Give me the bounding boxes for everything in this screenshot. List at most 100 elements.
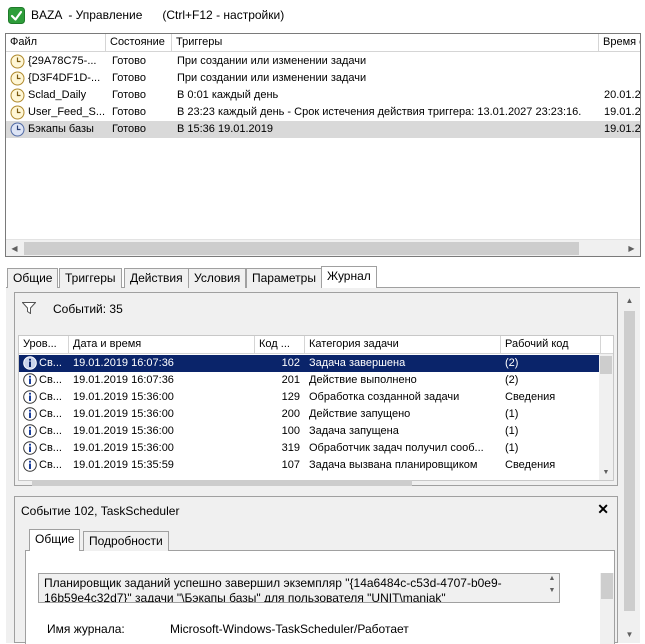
event-row[interactable]: Св... 19.01.2019 15:35:59 107 Задача выз… (19, 457, 601, 474)
tab-parameters[interactable]: Параметры (246, 268, 322, 288)
event-category: Обработчик задач получил сооб... (309, 442, 484, 454)
task-row[interactable]: Sclad_Daily Готово В 0:01 каждый день 20… (6, 87, 640, 104)
event-message-box[interactable]: Планировщик заданий успешно завершил экз… (38, 573, 560, 603)
column-header-opcode[interactable]: Рабочий код (501, 336, 601, 354)
info-icon (23, 356, 37, 370)
window-title: BAZA - Управление (Ctrl+F12 - настройки) (31, 8, 285, 22)
event-row[interactable]: Св... 19.01.2019 15:36:00 129 Обработка … (19, 389, 601, 406)
task-row[interactable]: User_Feed_S... Готово В 23:23 каждый ден… (6, 104, 640, 121)
scrollbar-thumb[interactable] (32, 480, 412, 486)
detail-vertical-scrollbar[interactable] (600, 573, 614, 644)
task-row[interactable]: {D3F4DF1D-... Готово При создании или из… (6, 70, 640, 87)
scroll-up-icon[interactable]: ▲ (545, 574, 559, 584)
task-trigger: При создании или изменении задачи (177, 55, 367, 67)
event-code: 319 (281, 442, 300, 454)
event-level: Св... (39, 357, 62, 369)
message-scrollbar[interactable]: ▲ ▼ (545, 574, 559, 602)
clock-icon (10, 54, 25, 69)
column-header-time[interactable]: Время с (599, 34, 640, 52)
event-row-selected[interactable]: Св... 19.01.2019 16:07:36 102 Задача зав… (19, 355, 601, 372)
tab-actions[interactable]: Действия (124, 268, 189, 288)
events-count: Событий: 35 (53, 302, 123, 316)
event-level: Св... (39, 442, 62, 454)
events-horizontal-scrollbar[interactable] (18, 479, 614, 487)
event-datetime: 19.01.2019 15:36:00 (73, 425, 174, 437)
event-row[interactable]: Св... 19.01.2019 15:36:00 319 Обработчик… (19, 440, 601, 457)
event-code: 200 (281, 408, 300, 420)
event-row[interactable]: Св... 19.01.2019 15:36:00 100 Задача зап… (19, 423, 601, 440)
task-row-selected[interactable]: Бэкапы базы Готово В 15:36 19.01.2019 19… (6, 121, 640, 138)
task-trigger: В 23:23 каждый день - Срок истечения дей… (177, 106, 582, 118)
tab-event-details[interactable]: Подробности (83, 531, 169, 551)
event-code: 129 (281, 391, 300, 403)
task-list-header: Файл Состояние Триггеры Время с (6, 34, 640, 52)
scroll-up-icon[interactable]: ▲ (621, 292, 638, 309)
events-table-header: Уров... Дата и время Код ... Категория з… (19, 336, 613, 354)
scroll-left-icon[interactable]: ◀ (6, 240, 23, 256)
task-status: Готово (112, 123, 146, 135)
task-trigger: При создании или изменении задачи (177, 72, 367, 84)
event-datetime: 19.01.2019 15:36:00 (73, 391, 174, 403)
scroll-down-icon[interactable]: ▼ (621, 626, 638, 643)
task-list[interactable]: Файл Состояние Триггеры Время с {29A78C7… (5, 33, 641, 257)
tab-triggers[interactable]: Триггеры (59, 268, 122, 288)
event-category: Задача вызвана планировщиком (309, 459, 478, 471)
scrollbar-thumb[interactable] (601, 573, 613, 599)
event-opcode: (1) (505, 442, 519, 454)
scrollbar-thumb[interactable] (624, 311, 635, 611)
events-vertical-scrollbar[interactable]: ▼ (599, 354, 613, 480)
event-opcode: Сведения (505, 459, 556, 471)
tab-event-general[interactable]: Общие (29, 529, 81, 552)
journal-panel: Событий: 35 Уров... Дата и время Код ...… (6, 288, 640, 644)
task-trigger: В 15:36 19.01.2019 (177, 123, 274, 135)
events-table[interactable]: Уров... Дата и время Код ... Категория з… (18, 335, 614, 481)
tab-conditions[interactable]: Условия (188, 268, 247, 288)
task-list-horizontal-scrollbar[interactable]: ◀ ▶ (6, 239, 640, 256)
task-file: User_Feed_S... (28, 106, 106, 118)
event-detail-tabs: Общие Подробности (25, 529, 615, 552)
event-level: Св... (39, 391, 62, 403)
event-datetime: 19.01.2019 15:36:00 (73, 408, 174, 420)
column-header-triggers[interactable]: Триггеры (172, 34, 599, 52)
event-code: 100 (281, 425, 300, 437)
task-row[interactable]: {29A78C75-... Готово При создании или из… (6, 53, 640, 70)
scroll-down-icon[interactable]: ▼ (545, 584, 559, 598)
column-header-code[interactable]: Код ... (255, 336, 305, 354)
task-file: Бэкапы базы (28, 123, 94, 135)
scroll-right-icon[interactable]: ▶ (623, 240, 640, 256)
column-header-category[interactable]: Категория задачи (305, 336, 501, 354)
scrollbar-thumb[interactable] (24, 242, 579, 255)
close-icon[interactable]: ✕ (597, 501, 609, 518)
event-level: Св... (39, 374, 62, 386)
tab-journal[interactable]: Журнал (321, 266, 377, 289)
task-time: 19.01.2 (604, 106, 641, 118)
scroll-down-icon[interactable]: ▼ (599, 466, 613, 480)
scrollbar-thumb[interactable] (600, 356, 612, 374)
task-status: Готово (112, 72, 146, 84)
column-header-datetime[interactable]: Дата и время (69, 336, 255, 354)
log-name-label: Имя журнала: (47, 622, 125, 636)
task-status: Готово (112, 106, 146, 118)
title-bar: BAZA - Управление (Ctrl+F12 - настройки) (0, 0, 645, 31)
event-category: Действие выполнено (309, 374, 417, 386)
task-time: 19.01.2 (604, 123, 641, 135)
event-code: 107 (281, 459, 300, 471)
task-trigger: В 0:01 каждый день (177, 89, 279, 101)
event-level: Св... (39, 408, 62, 420)
journal-vertical-scrollbar[interactable]: ▲ ▼ (621, 292, 638, 643)
event-detail-body: Планировщик заданий успешно завершил экз… (25, 551, 615, 644)
column-header-level[interactable]: Уров... (19, 336, 69, 354)
event-category: Задача запущена (309, 425, 399, 437)
event-datetime: 19.01.2019 16:07:36 (73, 357, 174, 369)
tab-general[interactable]: Общие (7, 268, 59, 288)
event-level: Св... (39, 459, 62, 471)
column-header-file[interactable]: Файл (6, 34, 106, 52)
event-opcode: Сведения (505, 391, 556, 403)
task-status: Готово (112, 55, 146, 67)
event-row[interactable]: Св... 19.01.2019 16:07:36 201 Действие в… (19, 372, 601, 389)
event-detail-title: Событие 102, TaskScheduler (21, 504, 180, 518)
column-header-status[interactable]: Состояние (106, 34, 172, 52)
filter-icon[interactable] (22, 302, 36, 314)
event-opcode: (2) (505, 374, 519, 386)
event-row[interactable]: Св... 19.01.2019 15:36:00 200 Действие з… (19, 406, 601, 423)
